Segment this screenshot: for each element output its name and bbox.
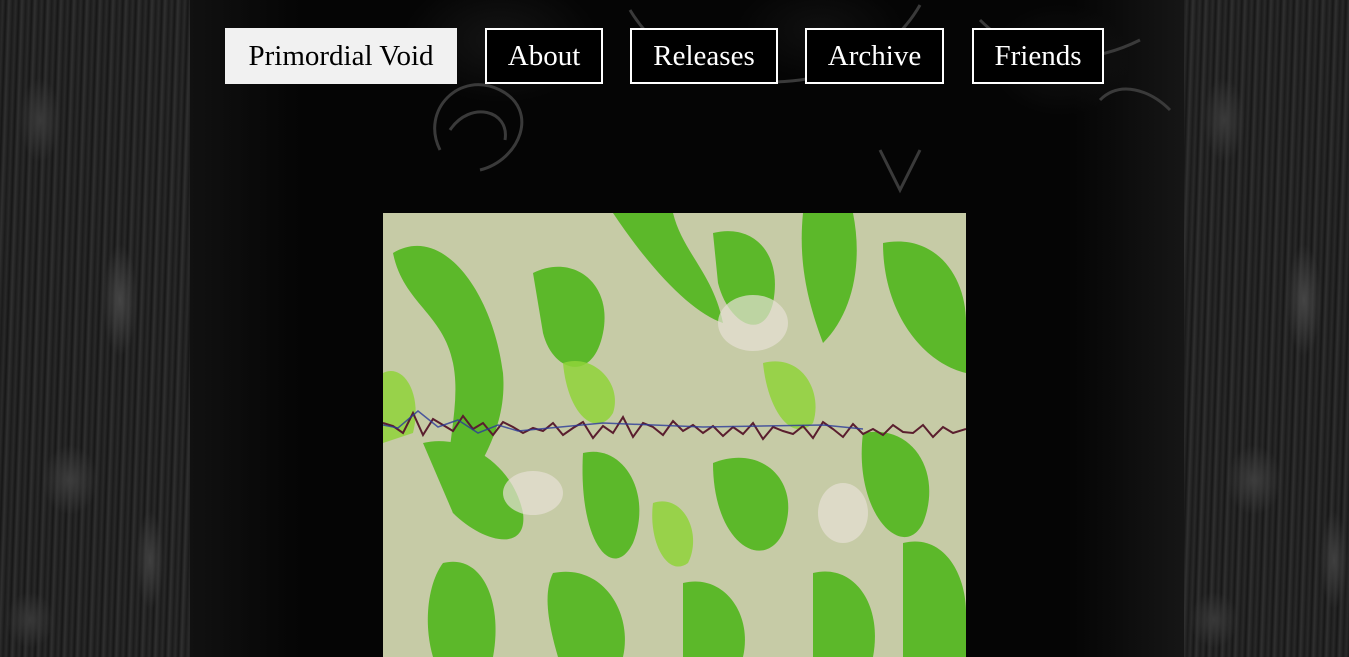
main-nav: Primordial Void About Releases Archive F… xyxy=(225,28,1104,84)
nav-primordial-void[interactable]: Primordial Void xyxy=(225,28,457,84)
nav-archive[interactable]: Archive xyxy=(805,28,944,84)
left-shadow xyxy=(190,0,300,657)
video-frame xyxy=(383,213,966,657)
right-texture-panel xyxy=(1184,0,1349,657)
nav-releases[interactable]: Releases xyxy=(630,28,778,84)
video-player[interactable] xyxy=(383,213,966,657)
nav-about[interactable]: About xyxy=(485,28,603,84)
page: Primordial Void About Releases Archive F… xyxy=(0,0,1349,657)
left-texture-panel xyxy=(0,0,190,657)
nav-friends[interactable]: Friends xyxy=(972,28,1104,84)
